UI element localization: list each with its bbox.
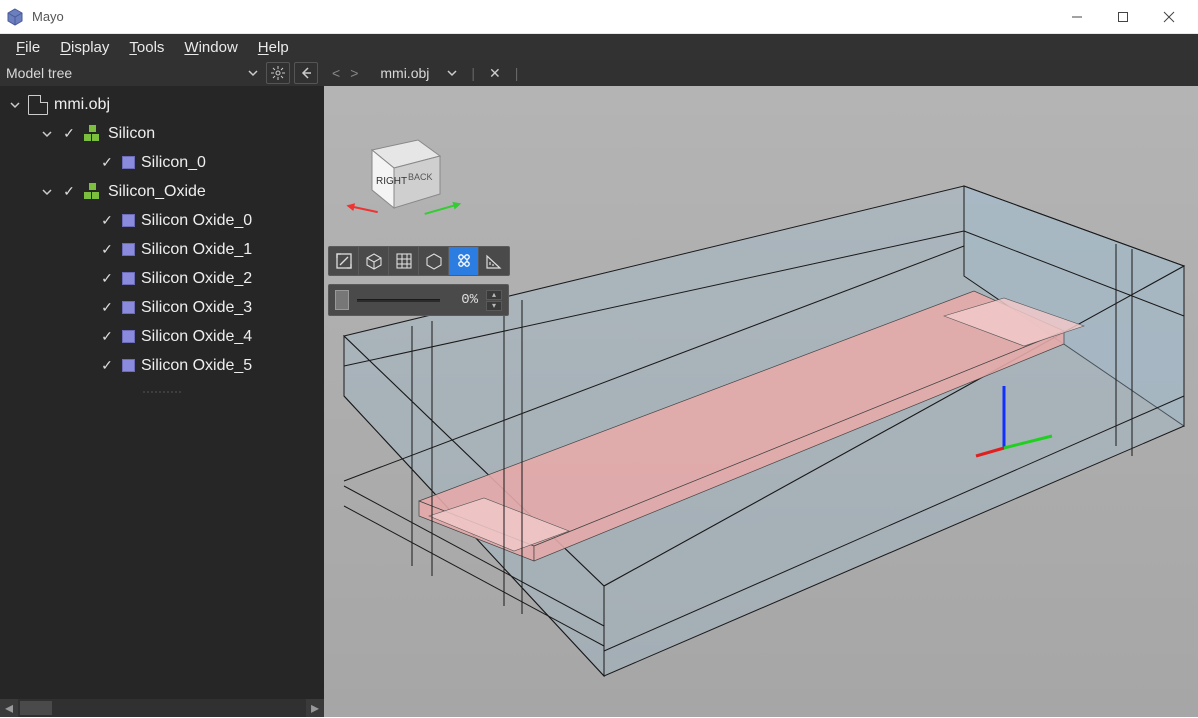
menu-file[interactable]: File	[8, 37, 48, 58]
horizontal-scrollbar[interactable]: ◂ ▸	[0, 699, 324, 717]
tree-object-label: Silicon Oxide_1	[141, 241, 252, 259]
tree-group-label: Silicon_Oxide	[108, 183, 206, 201]
scroll-right-icon[interactable]: ▸	[306, 699, 324, 717]
visibility-checkmark-icon[interactable]: ✓	[98, 212, 116, 230]
tab-nav-prev-button[interactable]: <	[330, 65, 342, 81]
tree-object-label: Silicon_0	[141, 154, 206, 172]
tree-object-row[interactable]: ✓ Silicon Oxide_1	[0, 235, 324, 264]
visibility-checkmark-icon[interactable]: ✓	[98, 357, 116, 375]
window-minimize-button[interactable]	[1054, 1, 1100, 33]
tree-group-row[interactable]: ✓ Silicon	[0, 119, 324, 148]
caret-down-icon[interactable]	[8, 100, 22, 110]
panel-dropdown-icon[interactable]	[244, 68, 262, 78]
properties-panel	[0, 396, 324, 699]
slider-value: 0%	[448, 292, 478, 308]
visibility-checkmark-icon[interactable]: ✓	[98, 328, 116, 346]
iso-view-button[interactable]	[359, 247, 389, 275]
visibility-checkmark-icon[interactable]: ✓	[60, 183, 78, 201]
model-tree: mmi.obj ✓ Silicon ✓ Silicon_0 ✓	[0, 86, 324, 388]
object-icon	[122, 156, 135, 169]
visibility-checkmark-icon[interactable]: ✓	[60, 125, 78, 143]
scrollbar-thumb[interactable]	[20, 701, 52, 715]
menu-tools[interactable]: Tools	[121, 37, 172, 58]
caret-down-icon[interactable]	[40, 129, 54, 139]
panel-title: Model tree	[6, 65, 240, 81]
scroll-left-icon[interactable]: ◂	[0, 699, 18, 717]
group-icon	[84, 183, 102, 201]
tree-object-label: Silicon Oxide_5	[141, 357, 252, 375]
object-icon	[122, 214, 135, 227]
slider-spinner[interactable]: ▴▾	[486, 290, 502, 311]
tree-object-row[interactable]: ✓ Silicon Oxide_3	[0, 293, 324, 322]
tree-object-label: Silicon Oxide_2	[141, 270, 252, 288]
document-tab[interactable]: mmi.obj	[366, 65, 437, 81]
visibility-checkmark-icon[interactable]: ✓	[98, 154, 116, 172]
tab-dropdown-icon[interactable]	[443, 65, 461, 81]
app-logo-icon	[6, 8, 24, 26]
origin-axes-icon	[974, 376, 1064, 466]
panel-back-button[interactable]	[294, 62, 318, 84]
tree-object-label: Silicon Oxide_3	[141, 299, 252, 317]
tree-object-label: Silicon Oxide_0	[141, 212, 252, 230]
document-tab-label: mmi.obj	[380, 65, 429, 81]
object-icon	[122, 301, 135, 314]
slider-rail[interactable]	[357, 299, 440, 302]
window-close-button[interactable]	[1146, 1, 1192, 33]
explode-slider[interactable]: 0% ▴▾	[328, 284, 509, 316]
caret-down-icon[interactable]	[40, 187, 54, 197]
measure-button[interactable]	[479, 247, 509, 275]
model-tree-panel: Model tree mmi.obj ✓ Silicon ✓	[0, 60, 324, 717]
orientation-cube[interactable]: RIGHT BACK	[348, 116, 458, 226]
3d-viewport[interactable]: RIGHT BACK 0%	[324, 86, 1198, 717]
visibility-checkmark-icon[interactable]: ✓	[98, 299, 116, 317]
tree-object-row[interactable]: ✓ Silicon Oxide_0	[0, 206, 324, 235]
tree-object-row[interactable]: ✓ Silicon Oxide_4	[0, 322, 324, 351]
wireframe-button[interactable]	[419, 247, 449, 275]
shaded-button[interactable]	[449, 247, 479, 275]
tree-object-row[interactable]: ✓ Silicon Oxide_5	[0, 351, 324, 380]
fit-view-button[interactable]	[329, 247, 359, 275]
menubar: File Display Tools Window Help	[0, 34, 1198, 60]
panel-settings-button[interactable]	[266, 62, 290, 84]
visibility-checkmark-icon[interactable]: ✓	[98, 270, 116, 288]
object-icon	[122, 243, 135, 256]
group-icon	[84, 125, 102, 143]
tree-object-label: Silicon Oxide_4	[141, 328, 252, 346]
visibility-checkmark-icon[interactable]: ✓	[98, 241, 116, 259]
tree-root-label: mmi.obj	[54, 96, 110, 114]
object-icon	[122, 330, 135, 343]
panel-header: Model tree	[0, 60, 324, 86]
menu-display[interactable]: Display	[52, 37, 117, 58]
object-icon	[122, 359, 135, 372]
window-title: Mayo	[32, 9, 64, 24]
object-icon	[122, 272, 135, 285]
menu-help[interactable]: Help	[250, 37, 297, 58]
file-icon	[28, 95, 48, 115]
tree-group-row[interactable]: ✓ Silicon_Oxide	[0, 177, 324, 206]
tree-group-label: Silicon	[108, 125, 155, 143]
tab-close-button[interactable]: ✕	[485, 65, 505, 82]
window-maximize-button[interactable]	[1100, 1, 1146, 33]
navcube-face-front-label: RIGHT	[376, 176, 407, 187]
tree-object-row[interactable]: ✓ Silicon_0	[0, 148, 324, 177]
window-titlebar: Mayo	[0, 0, 1198, 34]
tab-nav-next-button[interactable]: >	[348, 65, 360, 81]
slider-thumb[interactable]	[335, 290, 349, 310]
navcube-face-side-label: BACK	[408, 172, 433, 182]
panel-splitter[interactable]	[0, 388, 324, 396]
tree-object-row[interactable]: ✓ Silicon Oxide_2	[0, 264, 324, 293]
view-toolbar: 0% ▴▾	[328, 246, 510, 316]
document-tabstrip: < > mmi.obj | ✕ |	[324, 60, 1198, 86]
tree-root-row[interactable]: mmi.obj	[0, 90, 324, 119]
menu-window[interactable]: Window	[176, 37, 245, 58]
grid-view-button[interactable]	[389, 247, 419, 275]
